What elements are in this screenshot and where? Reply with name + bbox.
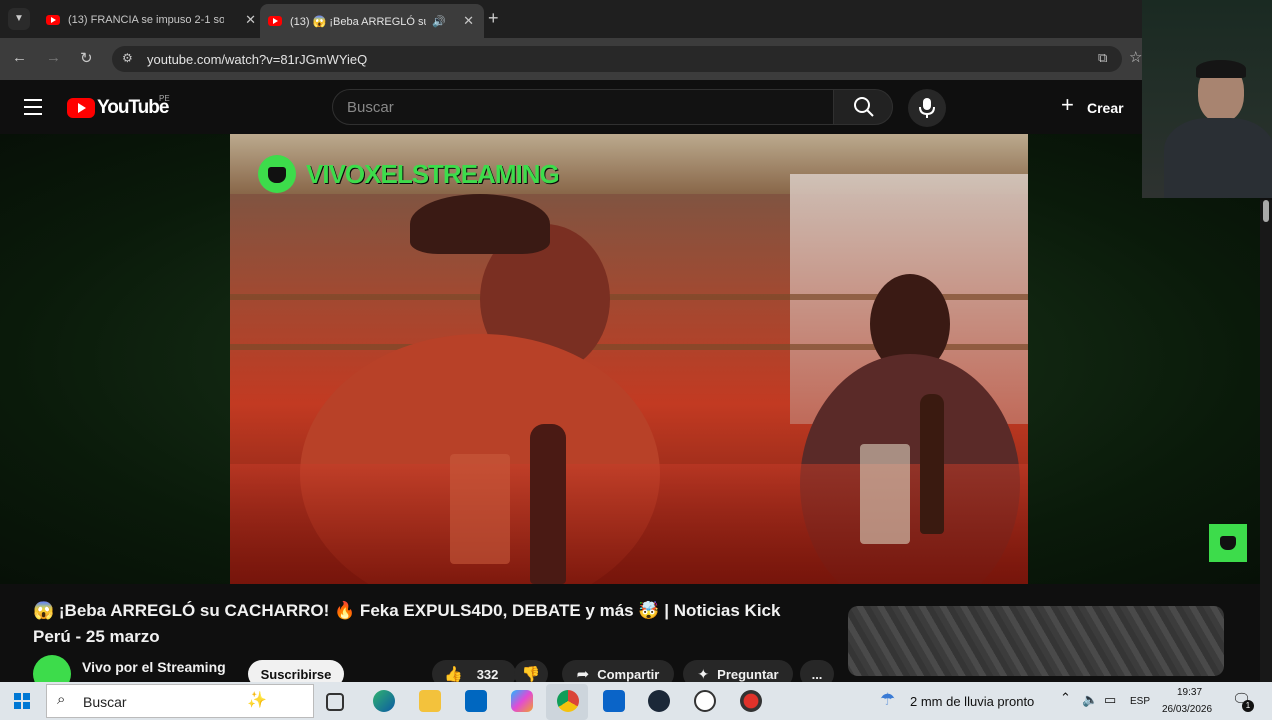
- channel-watermark: VIVOXELSTREAMING: [258, 154, 560, 194]
- region-code: PE: [159, 94, 170, 103]
- taskbar-search-input[interactable]: ⌕ Buscar ✨: [46, 684, 314, 718]
- forward-arrow-icon[interactable]: →: [46, 49, 61, 66]
- install-app-icon[interactable]: ⧉: [1098, 50, 1107, 66]
- watermark-text: VIVOXELSTREAMING: [306, 158, 560, 189]
- search-icon: ⌕: [57, 691, 66, 708]
- logo-text: YouTube: [97, 97, 169, 118]
- like-count: 332: [476, 666, 499, 682]
- microphone-icon: [919, 98, 935, 118]
- clock-time[interactable]: 19:37: [1177, 687, 1202, 698]
- create-button[interactable]: + Crear: [1058, 92, 1128, 122]
- browser-tab-active[interactable]: (13) 😱 ¡Beba ARREGLÓ su 🔊 ✕: [260, 4, 484, 38]
- steam-icon[interactable]: [648, 690, 670, 712]
- youtube-favicon-icon: [268, 16, 282, 26]
- search-button[interactable]: [833, 89, 893, 125]
- speaker-icon[interactable]: 🔊: [432, 15, 446, 28]
- youtube-favicon-icon: [46, 15, 60, 25]
- plus-icon: +: [1061, 92, 1074, 117]
- file-explorer-icon[interactable]: [419, 690, 441, 712]
- menu-icon[interactable]: [24, 99, 42, 115]
- language-indicator[interactable]: ESP: [1130, 696, 1150, 707]
- media-player-icon[interactable]: [694, 690, 716, 712]
- sidebar-ad-thumbnail[interactable]: [848, 606, 1224, 676]
- task-view-icon[interactable]: [326, 693, 344, 711]
- sparkle-icon: ✦: [697, 665, 710, 682]
- search-icon: [854, 97, 874, 117]
- bottle: [530, 424, 566, 584]
- weather-text[interactable]: 2 mm de lluvia pronto: [910, 694, 1034, 709]
- chrome-icon[interactable]: [557, 690, 579, 712]
- volume-icon[interactable]: 🔈: [1082, 692, 1098, 708]
- notification-count: 1: [1242, 700, 1254, 712]
- streamer-body: [1164, 118, 1272, 198]
- address-bar[interactable]: ⚙ youtube.com/watch?v=81rJGmWYieQ ⧉: [112, 46, 1122, 72]
- url-text: youtube.com/watch?v=81rJGmWYieQ: [147, 52, 368, 67]
- site-info-icon[interactable]: ⚙: [122, 51, 133, 65]
- microsoft-store-icon[interactable]: [465, 690, 487, 712]
- copilot-icon[interactable]: [511, 690, 533, 712]
- tray-chevron-icon[interactable]: ⌃: [1060, 690, 1071, 706]
- search-input[interactable]: Buscar: [332, 89, 834, 125]
- share-icon: ➦: [576, 666, 590, 683]
- video-player[interactable]: VIVOXELSTREAMING: [230, 134, 1028, 584]
- windows-start-icon[interactable]: [14, 693, 30, 709]
- page-scrollbar[interactable]: [1260, 200, 1272, 682]
- glass: [860, 444, 910, 544]
- network-icon[interactable]: ▭: [1104, 692, 1116, 708]
- video-title: 😱 ¡Beba ARREGLÓ su CACHARRO! 🔥 Feka EXPU…: [33, 601, 781, 646]
- search-highlight-icon: ✨: [247, 692, 267, 709]
- bull-logo-icon: [258, 155, 296, 193]
- back-arrow-icon[interactable]: ←: [12, 49, 27, 66]
- notifications-button[interactable]: 🗨 1: [1232, 690, 1254, 712]
- bookmark-star-icon[interactable]: ☆: [1129, 48, 1142, 66]
- browser-tab-francia[interactable]: (13) FRANCIA se impuso 2-1 so ✕: [38, 6, 260, 34]
- create-label: Crear: [1087, 100, 1124, 116]
- recording-app-icon[interactable]: [740, 690, 762, 712]
- clock-date[interactable]: 26/03/2026: [1162, 704, 1212, 715]
- mail-app-icon[interactable]: [603, 690, 625, 712]
- youtube-play-icon: [67, 98, 95, 118]
- close-icon[interactable]: ✕: [245, 12, 256, 28]
- youtube-logo[interactable]: YouTube PE: [67, 94, 177, 121]
- browser-tab-strip: ▼ (13) FRANCIA se impuso 2-1 so ✕ (13) 😱…: [0, 0, 1272, 38]
- tab-title: (13) FRANCIA se impuso 2-1 so: [68, 14, 224, 26]
- channel-avatar[interactable]: [33, 655, 71, 682]
- edge-browser-icon[interactable]: [373, 690, 395, 712]
- new-tab-button[interactable]: +: [488, 8, 499, 29]
- close-icon[interactable]: ✕: [463, 13, 474, 29]
- scrollbar-thumb[interactable]: [1263, 200, 1269, 222]
- weather-icon[interactable]: ☂: [880, 690, 895, 710]
- channel-badge-icon: [1209, 524, 1247, 562]
- webcam-overlay: [1142, 0, 1272, 198]
- reload-icon[interactable]: ↻: [80, 49, 93, 67]
- channel-name[interactable]: Vivo por el Streaming: [82, 659, 226, 675]
- voice-search-button[interactable]: [908, 89, 946, 127]
- search-placeholder: Buscar: [347, 99, 394, 116]
- glass: [450, 454, 510, 564]
- bottle: [920, 394, 944, 534]
- tab-search-button[interactable]: ▼: [8, 8, 30, 30]
- thumbs-up-icon: 👍: [444, 666, 463, 683]
- thumbs-down-icon: 👎: [521, 666, 541, 683]
- tab-title: (13) 😱 ¡Beba ARREGLÓ su: [290, 15, 426, 28]
